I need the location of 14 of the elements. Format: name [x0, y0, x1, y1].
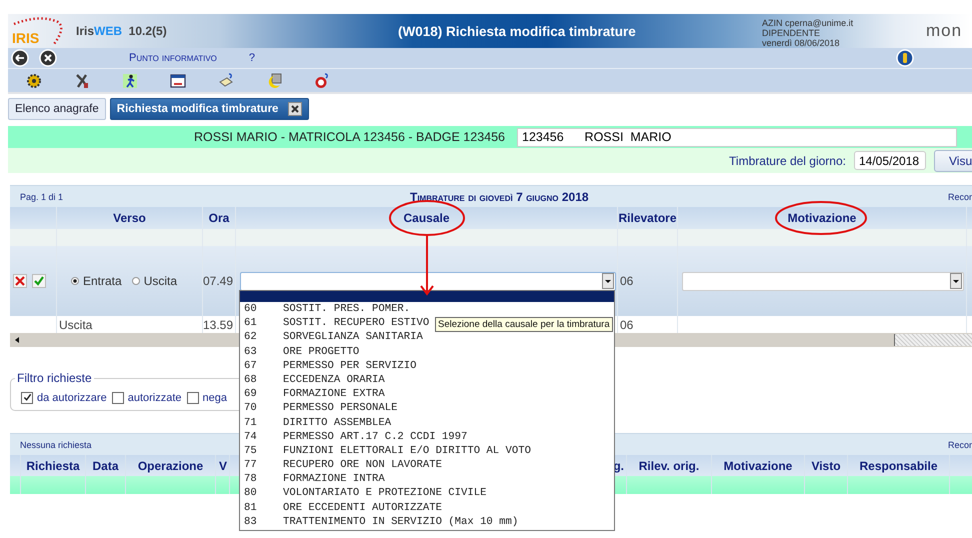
user-info: AZIN cperna@unime.it DIPENDENTE venerdì 08/06/2018: [762, 18, 854, 48]
status-text: Nessuna richiesta: [20, 440, 92, 450]
employee-title: ROSSI MARIO - MATRICOLA 123456 - BADGE 123456: [194, 130, 505, 144]
pager-text: Pag. 1 di 1: [20, 192, 64, 202]
filter-legend: Filtro richieste: [15, 371, 94, 385]
records-text: Recor: [948, 192, 972, 202]
iris-logo: IRIS: [10, 14, 66, 48]
tooltip: Selezione della causale per la timbratura: [435, 317, 613, 332]
records-text: Recor: [948, 440, 972, 450]
app-name: IrisWEB 10.2(5): [76, 24, 167, 38]
window-title: (W018) Richiesta modifica timbrature: [398, 24, 636, 38]
brand-logo: mon: [926, 21, 962, 41]
table-title: Timbrature di giovedì 7 giugno 2018: [410, 190, 589, 204]
date-label: Timbrature del giorno:: [729, 154, 846, 168]
